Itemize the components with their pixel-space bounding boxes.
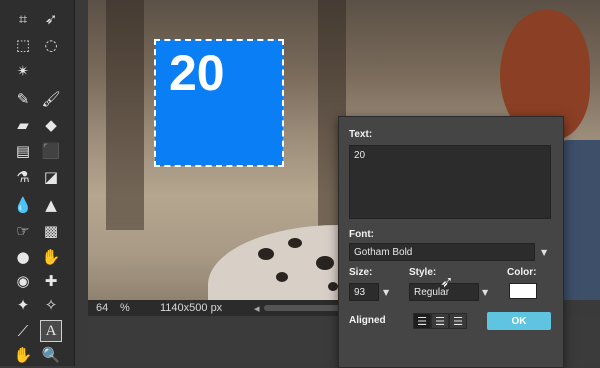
zoom-unit: % (120, 302, 130, 314)
brush-icon[interactable]: 🖌 (40, 88, 62, 110)
status-bar: 64 % 1140x500 px ◂ (88, 300, 344, 316)
stamp-icon[interactable]: ⬛ (40, 140, 62, 162)
color-replace-icon[interactable]: ⚗ (12, 166, 34, 188)
pinch-icon[interactable]: ✧ (40, 294, 62, 316)
dog-spot (288, 238, 302, 248)
layer-text: 20 (169, 45, 225, 101)
dog-spot (258, 248, 274, 260)
gradient-icon[interactable]: ▤ (12, 140, 34, 162)
ok-button[interactable]: OK (487, 312, 551, 330)
marquee-icon[interactable]: ⬚ (12, 34, 34, 56)
scroll-left-icon[interactable]: ◂ (254, 302, 260, 315)
spot-heal-icon[interactable]: ✚ (40, 270, 62, 292)
zoom-value[interactable]: 64 (96, 302, 108, 314)
tool-panel: ⌗ ➶ ⬚ ◌ ✴ ✎ 🖌 ▰ ◆ ▤ ⬛ ⚗ ◪ 💧 ▲ ☞ ▩ ● ✋ ◉ … (0, 0, 75, 366)
mouse-cursor-icon: ➶ (440, 272, 454, 291)
drawing-icon[interactable]: ◪ (40, 166, 62, 188)
font-select[interactable]: Gotham Bold (349, 243, 535, 261)
color-label: Color: (507, 267, 537, 278)
move-icon[interactable]: ➶ (40, 8, 62, 30)
style-label: Style: (409, 267, 437, 278)
align-left-icon[interactable]: ☰ (413, 313, 431, 329)
hand-icon[interactable]: ✋ (12, 344, 34, 366)
red-eye-icon[interactable]: ◉ (12, 270, 34, 292)
text-tool-dialog: Text: 20 Font: Gotham Bold ▼ Size: 93 ▼ … (338, 116, 564, 368)
bloat-icon[interactable]: ✦ (12, 294, 34, 316)
size-input[interactable]: 93 (349, 283, 379, 301)
sharpen-icon[interactable]: ▲ (40, 194, 62, 216)
smudge-icon[interactable]: ☞ (12, 220, 34, 242)
text-input[interactable]: 20 (349, 145, 551, 219)
zoom-icon[interactable]: 🔍 (40, 344, 62, 366)
size-label: Size: (349, 267, 373, 278)
text-layer-selection[interactable]: 20 (154, 39, 284, 167)
sponge-icon[interactable]: ▩ (40, 220, 62, 242)
color-swatch[interactable] (509, 283, 537, 299)
eraser-icon[interactable]: ▰ (12, 114, 34, 136)
color-picker-icon[interactable]: ⟋ (12, 320, 34, 342)
background-tree (106, 0, 144, 230)
aligned-label: Aligned (349, 315, 386, 326)
dog-spot (328, 282, 338, 291)
dog-spot (276, 272, 288, 282)
align-center-icon[interactable]: ☰ (431, 313, 449, 329)
magic-wand-icon[interactable]: ✴ (12, 60, 34, 82)
style-dropdown-arrow-icon[interactable]: ▼ (482, 288, 488, 297)
type-icon[interactable]: A (40, 320, 62, 342)
bucket-icon[interactable]: ◆ (40, 114, 62, 136)
dodge-icon[interactable]: ● (12, 246, 34, 268)
font-dropdown-arrow-icon[interactable]: ▼ (541, 248, 547, 257)
burn-icon[interactable]: ✋ (40, 246, 62, 268)
horizontal-scrollbar[interactable] (264, 305, 344, 311)
dog-spot (316, 256, 334, 270)
lasso-icon[interactable]: ◌ (40, 34, 62, 56)
pencil-icon[interactable]: ✎ (12, 88, 34, 110)
size-dropdown-arrow-icon[interactable]: ▼ (383, 288, 389, 297)
align-right-icon[interactable]: ☰ (449, 313, 467, 329)
crop-icon[interactable]: ⌗ (12, 8, 34, 30)
image-dimensions: 1140x500 px (160, 302, 223, 314)
font-label: Font: (349, 229, 374, 240)
text-label: Text: (349, 129, 373, 140)
blur-icon[interactable]: 💧 (12, 194, 34, 216)
